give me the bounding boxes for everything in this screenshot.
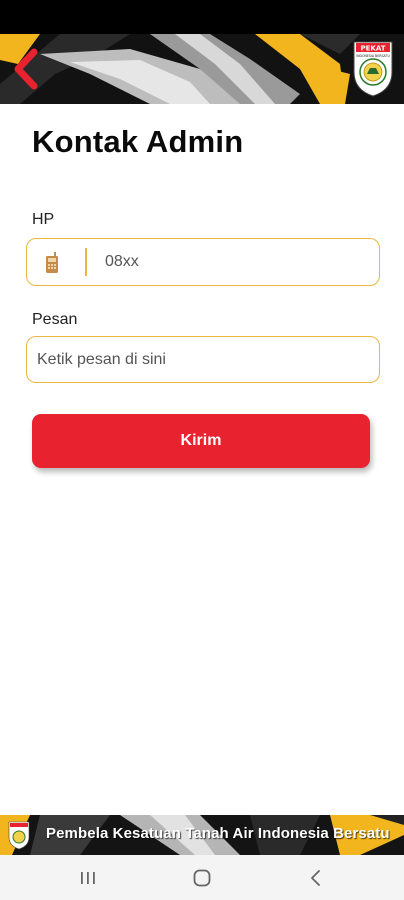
status-bar bbox=[0, 0, 404, 34]
submit-button[interactable]: Kirim bbox=[32, 414, 370, 468]
home-icon[interactable] bbox=[190, 867, 214, 889]
svg-text:INDONESIA BERSATU: INDONESIA BERSATU bbox=[356, 54, 390, 58]
arrow-left-icon[interactable] bbox=[10, 48, 50, 90]
recent-apps-icon[interactable] bbox=[76, 867, 100, 889]
system-nav-bar bbox=[0, 855, 404, 900]
phone-input[interactable] bbox=[105, 249, 365, 275]
message-field[interactable] bbox=[26, 336, 380, 383]
page-title: Kontak Admin bbox=[32, 124, 244, 159]
chevron-left-icon[interactable] bbox=[304, 867, 328, 889]
message-input[interactable] bbox=[37, 347, 367, 373]
phone-icon bbox=[46, 252, 58, 273]
hp-field[interactable] bbox=[26, 238, 380, 286]
hp-label: HP bbox=[32, 211, 55, 228]
header-background bbox=[0, 34, 404, 104]
svg-text:PEKAT: PEKAT bbox=[361, 45, 386, 53]
footer-slogan: Pembela Kesatuan Tanah Air Indonesia Ber… bbox=[46, 825, 390, 842]
field-divider bbox=[85, 248, 87, 276]
pesan-label: Pesan bbox=[32, 311, 78, 328]
header-banner: PEKAT INDONESIA BERSATU bbox=[0, 34, 404, 104]
footer-banner: Pembela Kesatuan Tanah Air Indonesia Ber… bbox=[0, 815, 404, 855]
footer-logo bbox=[8, 821, 30, 850]
logo: PEKAT INDONESIA BERSATU bbox=[353, 41, 393, 97]
